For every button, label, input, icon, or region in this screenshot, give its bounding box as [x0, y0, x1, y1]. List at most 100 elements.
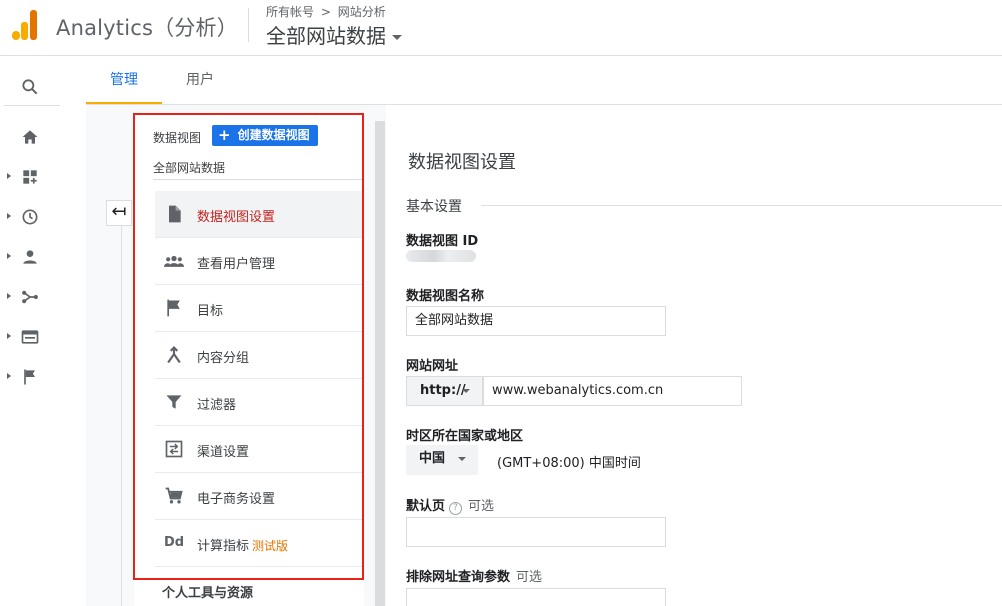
column-scrollbar[interactable] [375, 121, 385, 606]
collapse-columns-button[interactable]: ↤ [106, 200, 132, 226]
menu-item-label: 查看用户管理 [197, 257, 276, 272]
view-menu: 数据视图设置 查看用户管理 目标 内容分组 过滤器 渠道设置 电子商务设置 Dd… [155, 191, 363, 567]
help-icon[interactable]: ? [449, 502, 463, 515]
view-name-label: 数据视图名称 [406, 289, 485, 304]
header-divider [248, 8, 249, 42]
tab-admin[interactable]: 管理 [86, 57, 162, 104]
menu-item-view-settings[interactable]: 数据视图设置 [155, 191, 363, 238]
view-column: 数据视图 + 创建数据视图 全部网站数据 数据视图设置 查看用户管理 目标 内容分… [134, 113, 364, 606]
default-page-text: 默认页 [406, 499, 446, 514]
rail-home[interactable] [0, 117, 60, 157]
chevron-down-icon [458, 457, 466, 461]
behavior-icon [21, 330, 39, 344]
rail-behavior[interactable] [0, 317, 60, 357]
expand-arrow-icon [7, 373, 11, 379]
view-id-blurred-value [406, 250, 476, 262]
menu-item-label: 目标 [197, 304, 224, 319]
default-page-input[interactable] [406, 517, 666, 547]
protocol-value: http:// [420, 383, 466, 398]
menu-item-calculated-metrics[interactable]: Dd 计算指标 测试版 [155, 520, 363, 567]
customization-icon [23, 170, 37, 184]
exclude-params-text: 排除网址查询参数 [406, 570, 511, 585]
expand-arrow-icon [7, 173, 11, 179]
expand-arrow-icon [7, 293, 11, 299]
view-settings-panel: 数据视图设置 基本设置 数据视图 ID 数据视图名称 全部网站数据 网站网址 h… [386, 105, 1002, 606]
basic-settings-heading: 基本设置 [406, 199, 462, 215]
view-column-label: 数据视图 [153, 131, 202, 145]
search-icon [22, 79, 38, 95]
menu-item-goals[interactable]: 目标 [155, 285, 363, 332]
country-value: 中国 [419, 451, 446, 466]
plus-icon: + [218, 126, 231, 144]
channel-icon [165, 440, 183, 458]
rail-conversions[interactable] [0, 357, 60, 397]
breadcrumb-separator: > [320, 5, 331, 19]
left-nav-rail [0, 57, 60, 606]
menu-item-label: 电子商务设置 [197, 492, 276, 507]
country-select[interactable]: 中国 [406, 445, 478, 475]
rail-acquisition[interactable] [0, 277, 60, 317]
audience-person-icon [23, 250, 37, 264]
acquisition-icon [22, 290, 38, 304]
menu-item-label: 内容分组 [197, 351, 250, 366]
admin-tabs: 管理 用户 [86, 57, 1002, 105]
calculated-metrics-label: 计算指标 [197, 539, 250, 554]
menu-item-label: 过滤器 [197, 398, 237, 413]
timezone-value: (GMT+08:00) 中国时间 [497, 456, 641, 471]
rail-realtime[interactable] [0, 197, 60, 237]
optional-tag: 可选 [516, 570, 543, 585]
dd-icon: Dd [164, 535, 185, 550]
chevron-down-icon [462, 389, 470, 393]
cart-icon [165, 487, 183, 504]
conversions-flag-icon [24, 369, 35, 385]
expand-arrow-icon [7, 333, 11, 339]
breadcrumb-account[interactable]: 所有帐号 [266, 5, 314, 19]
document-icon [169, 205, 181, 223]
menu-item-ecommerce-settings[interactable]: 电子商务设置 [155, 473, 363, 520]
expand-arrow-icon [7, 253, 11, 259]
home-icon [22, 130, 38, 144]
app-title: Analytics（分析） [56, 16, 238, 40]
optional-tag: 可选 [468, 499, 495, 514]
default-page-label: 默认页? 可选 [406, 495, 494, 515]
website-url-label: 网站网址 [406, 359, 459, 374]
property-view-name: 全部网站数据 [266, 24, 386, 48]
expand-arrow-icon [7, 213, 11, 219]
create-view-button[interactable]: + 创建数据视图 [212, 125, 318, 146]
analytics-admin-page: Analytics（分析） 所有帐号 > 网站分析 全部网站数据 管理 用户 ↤… [0, 0, 1002, 606]
rail-customization[interactable] [0, 157, 60, 197]
rail-audience[interactable] [0, 237, 60, 277]
breadcrumb[interactable]: 所有帐号 > 网站分析 [266, 3, 386, 20]
protocol-select[interactable]: http:// [406, 376, 483, 406]
column-guide-line [121, 226, 122, 606]
section-divider [481, 205, 1002, 206]
filter-icon [166, 395, 182, 409]
rail-search[interactable] [0, 67, 60, 107]
tab-user[interactable]: 用户 [162, 57, 238, 104]
column-divider [153, 179, 364, 180]
merge-icon [167, 345, 181, 364]
create-view-label: 创建数据视图 [237, 128, 310, 142]
view-id-label: 数据视图 ID [406, 234, 479, 249]
menu-item-content-grouping[interactable]: 内容分组 [155, 332, 363, 379]
menu-item-channel-settings[interactable]: 渠道设置 [155, 426, 363, 473]
exclude-params-input[interactable] [406, 588, 666, 606]
realtime-clock-icon [22, 209, 38, 225]
menu-item-label: 计算指标 测试版 [197, 535, 288, 554]
timezone-country-label: 时区所在国家或地区 [406, 429, 524, 444]
website-url-input[interactable]: www.webanalytics.com.cn [483, 376, 742, 406]
view-name-input[interactable]: 全部网站数据 [406, 306, 666, 336]
property-view-selector[interactable]: 全部网站数据 [266, 20, 402, 49]
back-arrow-icon: ↤ [111, 201, 127, 222]
menu-item-user-management[interactable]: 查看用户管理 [155, 238, 363, 285]
current-view-name[interactable]: 全部网站数据 [153, 159, 225, 176]
users-icon [164, 255, 184, 267]
top-header: Analytics（分析） 所有帐号 > 网站分析 全部网站数据 [0, 0, 1002, 56]
exclude-params-label: 排除网址查询参数 可选 [406, 566, 542, 585]
flag-icon [167, 299, 180, 317]
menu-item-filters[interactable]: 过滤器 [155, 379, 363, 426]
rail-divider [4, 105, 60, 106]
menu-item-label: 数据视图设置 [197, 210, 276, 225]
breadcrumb-property[interactable]: 网站分析 [338, 5, 386, 19]
analytics-logo-icon[interactable] [12, 10, 38, 40]
